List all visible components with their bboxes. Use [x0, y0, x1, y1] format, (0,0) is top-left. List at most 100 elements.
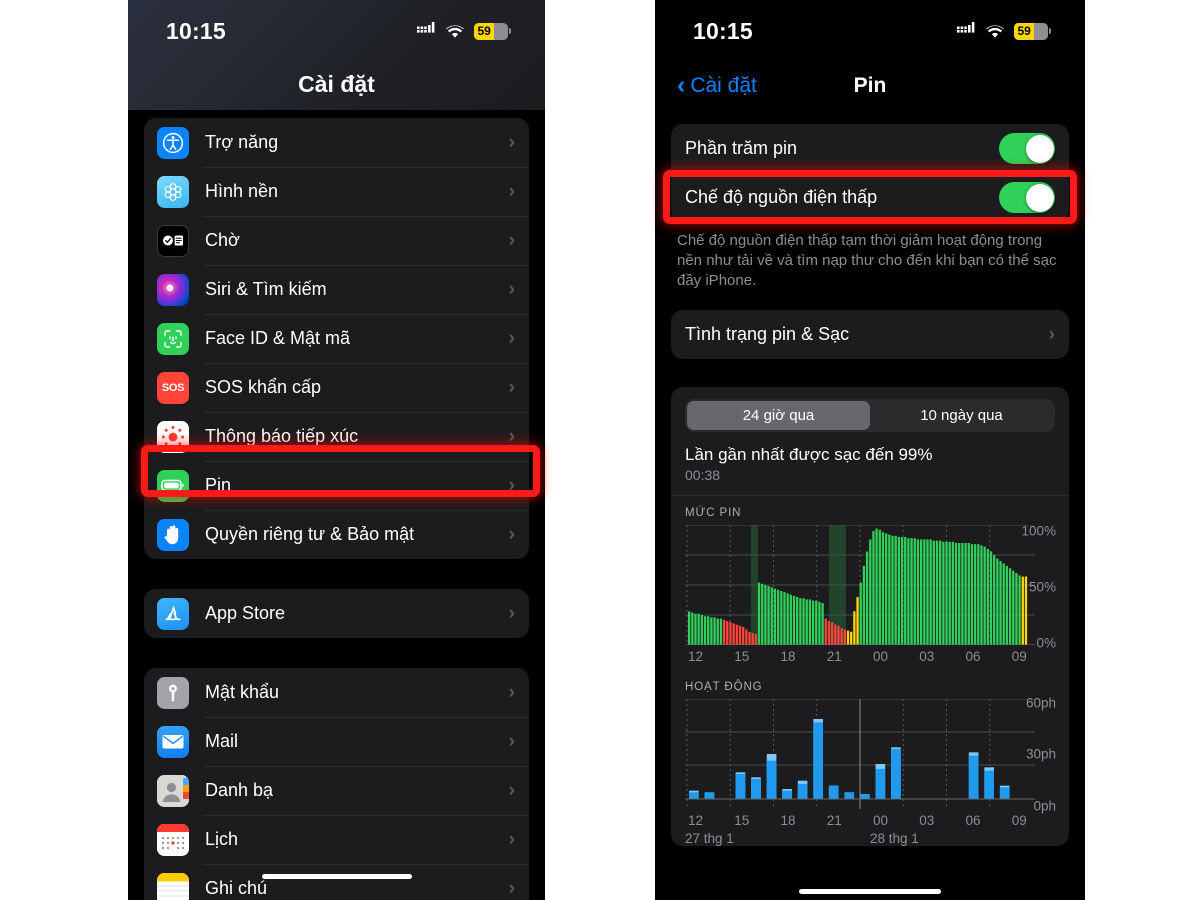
sidebar-item-label: Lịch	[205, 829, 239, 849]
wifi-icon	[445, 24, 465, 39]
activity-chart: 60ph 30ph 0ph	[685, 695, 1056, 813]
exposure-notification-icon	[157, 420, 189, 453]
activity-chart-title: HOẠT ĐỘNG	[685, 680, 763, 693]
screenshot-stage: 10:15 59 Cài đặt Trợ năng › Hình nền › C…	[0, 0, 1200, 900]
toggle-label: Chế độ nguồn điện thấp	[685, 187, 878, 207]
sidebar-item-label: Hình nền	[205, 181, 279, 201]
sidebar-item-battery[interactable]: Pin ›	[144, 461, 529, 510]
navigation-bar: ‹ Cài đặt Pin	[655, 62, 1085, 110]
x-tick-label: 09	[1011, 648, 1027, 664]
passwords-key-icon	[157, 676, 189, 709]
last-charge-label: Lần gần nhất được sạc đến 99%	[685, 444, 933, 464]
sidebar-item-passwords[interactable]: Mật khẩu ›	[144, 668, 529, 717]
status-clock: 10:15	[693, 17, 753, 44]
x-tick-label: 15	[734, 648, 750, 664]
sidebar-item-label: Face ID & Mật mã	[205, 328, 351, 348]
sidebar-item-exposure-notifications[interactable]: Thông báo tiếp xúc ›	[144, 412, 529, 461]
battery-level-chart: 100% 50% 0%	[685, 523, 1056, 650]
sidebar-item-notes[interactable]: Ghi chú ›	[144, 864, 529, 900]
low-power-mode-row[interactable]: Chế độ nguồn điện thấp	[671, 173, 1069, 222]
settings-group-store: App Store ›	[144, 589, 529, 638]
battery-settings-icon	[157, 469, 189, 502]
back-button[interactable]: ‹ Cài đặt	[677, 72, 757, 98]
x-tick-label: 03	[919, 812, 935, 828]
sidebar-item-mail[interactable]: Mail ›	[144, 717, 529, 766]
app-store-icon	[157, 597, 189, 630]
sidebar-item-app-store[interactable]: App Store ›	[144, 589, 529, 638]
sidebar-item-label: SOS khẩn cấp	[205, 377, 322, 397]
settings-group-system: Trợ năng › Hình nền › Chờ › Siri & Tìm k…	[144, 118, 529, 559]
sos-icon: SOS	[157, 371, 189, 404]
notes-icon	[157, 872, 189, 900]
x-tick-label: 03	[919, 648, 935, 664]
sidebar-item-accessibility[interactable]: Trợ năng ›	[144, 118, 529, 167]
sidebar-item-standby[interactable]: Chờ ›	[144, 216, 529, 265]
x-tick-label: 00	[873, 648, 889, 664]
battery-usage-card: 24 giờ qua 10 ngày qua Lần gần nhất được…	[671, 386, 1069, 846]
chevron-right-icon: ›	[508, 426, 515, 447]
sidebar-item-siri-search[interactable]: Siri & Tìm kiếm ›	[144, 265, 529, 314]
x-tick-label: 09	[1011, 812, 1027, 828]
date-label-day1: 27 thg 1	[685, 830, 734, 846]
sidebar-item-label: Chờ	[205, 230, 240, 250]
last-charge-time: 00:38	[685, 466, 721, 483]
status-clock: 10:15	[166, 17, 226, 44]
home-indicator[interactable]	[799, 889, 941, 894]
chevron-right-icon: ›	[508, 878, 515, 899]
y-tick-100: 100%	[1021, 523, 1056, 539]
battery-percentage-row[interactable]: Phần trăm pin	[671, 124, 1069, 173]
date-label-day2: 28 thg 1	[870, 830, 919, 846]
settings-screen: 10:15 59 Cài đặt Trợ năng › Hình nền › C…	[128, 0, 545, 900]
sidebar-item-label: Mail	[205, 731, 239, 751]
sidebar-item-label: Ghi chú	[205, 878, 268, 898]
chevron-right-icon: ›	[508, 829, 515, 850]
toggle-label: Phần trăm pin	[685, 138, 798, 158]
settings-group-apps: Mật khẩu › Mail › Danh bạ › Lịch › Ghi c…	[144, 668, 529, 900]
siri-icon	[157, 273, 189, 306]
low-power-mode-description: Chế độ nguồn điện thấp tạm thời giảm hoạ…	[677, 232, 1057, 289]
segment-last-24-hours[interactable]: 24 giờ qua	[687, 400, 870, 430]
chevron-right-icon: ›	[1048, 323, 1055, 345]
y-tick-60ph: 60ph	[1025, 695, 1056, 711]
y-tick-30ph: 30ph	[1025, 746, 1056, 762]
calendar-icon	[157, 823, 189, 856]
x-tick-label: 15	[734, 812, 750, 828]
home-indicator[interactable]	[261, 874, 412, 879]
time-range-segmented-control[interactable]: 24 giờ qua 10 ngày qua	[685, 398, 1055, 432]
status-bar-left: 10:15 59	[128, 0, 545, 62]
segment-last-10-days[interactable]: 10 ngày qua	[870, 401, 1053, 430]
wifi-icon	[985, 24, 1005, 39]
sidebar-item-wallpaper[interactable]: Hình nền ›	[144, 167, 529, 216]
battery-percent-label: 59	[477, 24, 491, 38]
chevron-right-icon: ›	[508, 731, 515, 752]
sidebar-item-label: App Store	[205, 603, 286, 623]
faceid-icon	[157, 322, 189, 355]
sidebar-item-contacts[interactable]: Danh bạ ›	[144, 766, 529, 815]
sidebar-item-emergency-sos[interactable]: SOS SOS khẩn cấp ›	[144, 363, 529, 412]
battery-percentage-toggle[interactable]	[999, 133, 1055, 164]
low-power-mode-toggle[interactable]	[999, 182, 1055, 213]
back-button-label: Cài đặt	[690, 74, 757, 97]
battery-level-chart-title: MỨC PIN	[685, 506, 742, 519]
sidebar-item-calendar[interactable]: Lịch ›	[144, 815, 529, 864]
battery-toggles-group: Phần trăm pin Chế độ nguồn điện thấp	[671, 124, 1069, 222]
sidebar-item-faceid-passcode[interactable]: Face ID & Mật mã ›	[144, 314, 529, 363]
sidebar-item-privacy-security[interactable]: Quyền riêng tư & Bảo mật ›	[144, 510, 529, 559]
battery-health-row[interactable]: Tình trạng pin & Sạc ›	[671, 310, 1069, 359]
x-tick-label: 06	[965, 812, 981, 828]
sidebar-item-label: Trợ năng	[205, 132, 279, 152]
x-tick-label: 21	[826, 812, 842, 828]
chevron-right-icon: ›	[508, 524, 515, 545]
status-bar-right: 10:15 59	[655, 0, 1085, 62]
chevron-right-icon: ›	[508, 377, 515, 398]
sidebar-item-label: Quyền riêng tư & Bảo mật	[205, 524, 415, 544]
x-tick-label: 12	[688, 648, 704, 664]
status-indicators: 59	[417, 22, 511, 40]
settings-list[interactable]: Trợ năng › Hình nền › Chờ › Siri & Tìm k…	[128, 118, 545, 900]
sidebar-item-label: Thông báo tiếp xúc	[205, 426, 359, 446]
chevron-right-icon: ›	[508, 603, 515, 624]
privacy-hand-icon	[157, 518, 189, 551]
battery-health-label: Tình trạng pin & Sạc	[685, 323, 850, 344]
x-tick-label: 21	[826, 648, 842, 664]
cellular-bars-icon	[957, 22, 976, 40]
